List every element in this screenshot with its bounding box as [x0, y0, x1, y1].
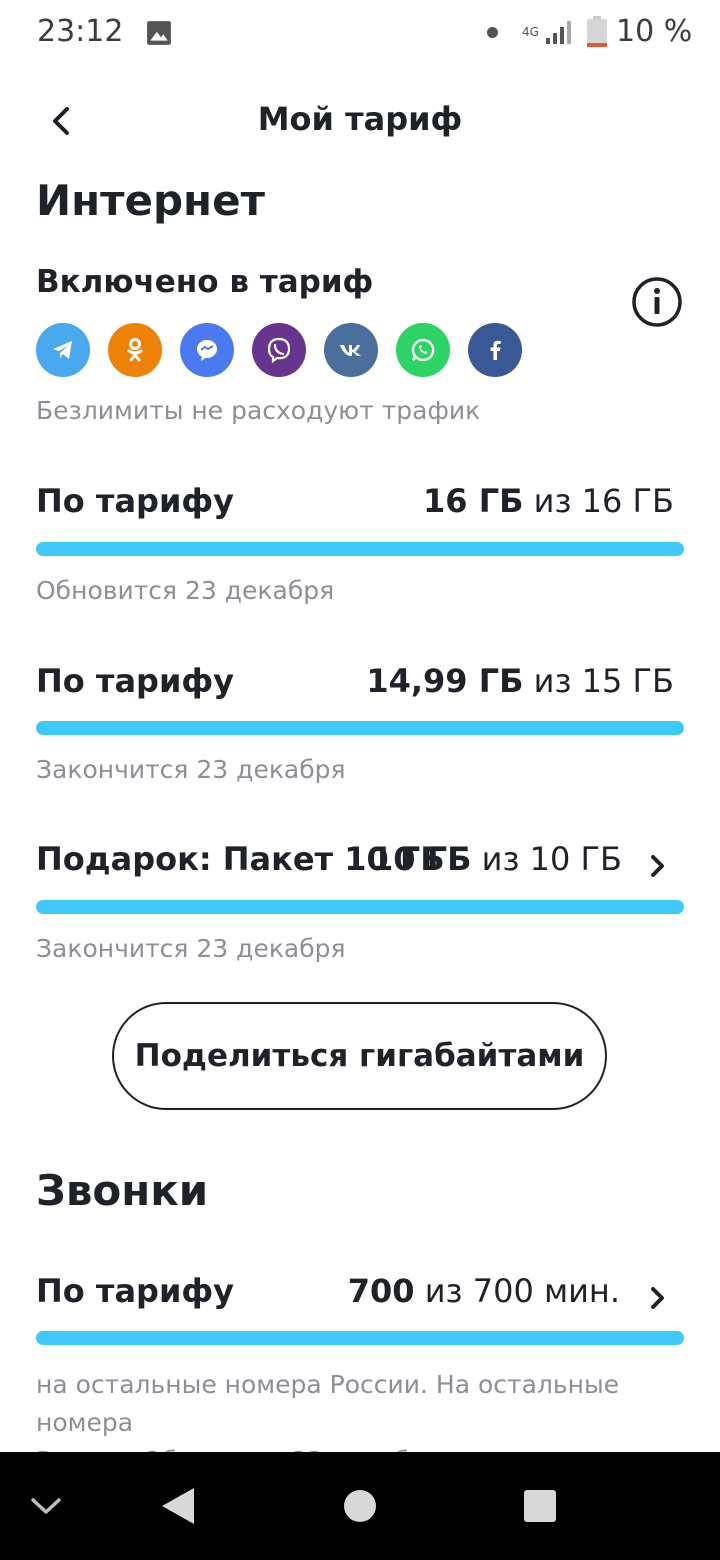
- internet-package-row: По тарифу 14,99 ГБ из 15 ГБ: [36, 662, 684, 712]
- messenger-icon: [180, 323, 234, 377]
- included-title: Включено в тариф: [36, 264, 374, 300]
- share-gigabytes-button[interactable]: Поделиться гигабайтами: [112, 1002, 607, 1110]
- chevron-right-icon[interactable]: [644, 1280, 672, 1316]
- circle-home-icon: [344, 1490, 376, 1522]
- internet-package-row: По тарифу 16 ГБ из 16 ГБ: [36, 482, 684, 532]
- nav-collapse-button[interactable]: [22, 1482, 70, 1530]
- package-note: Обновится 23 декабря: [36, 576, 335, 605]
- odnoklassniki-icon: [108, 323, 162, 377]
- unlimited-apps-list: [36, 323, 522, 377]
- package-amount: 16 ГБ из 16 ГБ: [423, 482, 674, 520]
- signal-4g-icon: 4G: [522, 21, 571, 44]
- nav-back-button[interactable]: [154, 1482, 202, 1530]
- vk-icon: [324, 323, 378, 377]
- page-title: Мой тариф: [257, 100, 463, 138]
- status-bar: 23:12 4G 10 %: [0, 0, 720, 68]
- telegram-icon: [36, 323, 90, 377]
- status-time: 23:12: [37, 14, 124, 49]
- package-progress-bar: [36, 721, 684, 735]
- system-navigation-bar: [0, 1452, 720, 1560]
- package-progress-bar: [36, 900, 684, 914]
- calls-package-row[interactable]: По тарифу 700 из 700 мин.: [36, 1272, 684, 1322]
- gift-package-row[interactable]: Подарок: Пакет 10 ГБ 10 ГБ из 10 ГБ: [36, 840, 684, 890]
- viber-icon: [252, 323, 306, 377]
- square-recents-icon: [524, 1490, 556, 1522]
- internet-section-title: Интернет: [36, 176, 265, 225]
- chevron-right-icon[interactable]: [644, 848, 672, 884]
- package-note: Закончится 23 декабря: [36, 934, 346, 963]
- package-progress-bar: [36, 1331, 684, 1345]
- calls-section-title: Звонки: [36, 1166, 209, 1215]
- app-header: Мой тариф: [0, 80, 720, 160]
- nav-home-button[interactable]: [336, 1482, 384, 1530]
- package-progress-bar: [36, 542, 684, 556]
- facebook-icon: [468, 323, 522, 377]
- battery-icon: [587, 16, 607, 47]
- info-icon[interactable]: [631, 276, 683, 328]
- package-label: По тарифу: [36, 482, 234, 520]
- svg-text:4G: 4G: [522, 25, 539, 39]
- nav-recents-button[interactable]: [516, 1482, 564, 1530]
- package-amount: 700 из 700 мин.: [347, 1272, 620, 1310]
- unlimited-note: Безлимиты не расходуют трафик: [36, 396, 481, 425]
- package-label: По тарифу: [36, 1272, 234, 1310]
- notification-dot-icon: [487, 27, 498, 38]
- package-label: По тарифу: [36, 662, 234, 700]
- package-amount: 14,99 ГБ из 15 ГБ: [366, 662, 674, 700]
- battery-percent: 10 %: [616, 14, 693, 49]
- chevron-down-icon: [31, 1498, 61, 1514]
- gallery-notification-icon: [147, 21, 171, 45]
- triangle-back-icon: [162, 1488, 194, 1524]
- whatsapp-icon: [396, 323, 450, 377]
- package-amount: 10 ГБ из 10 ГБ: [371, 840, 622, 878]
- package-note: Закончится 23 декабря: [36, 755, 346, 784]
